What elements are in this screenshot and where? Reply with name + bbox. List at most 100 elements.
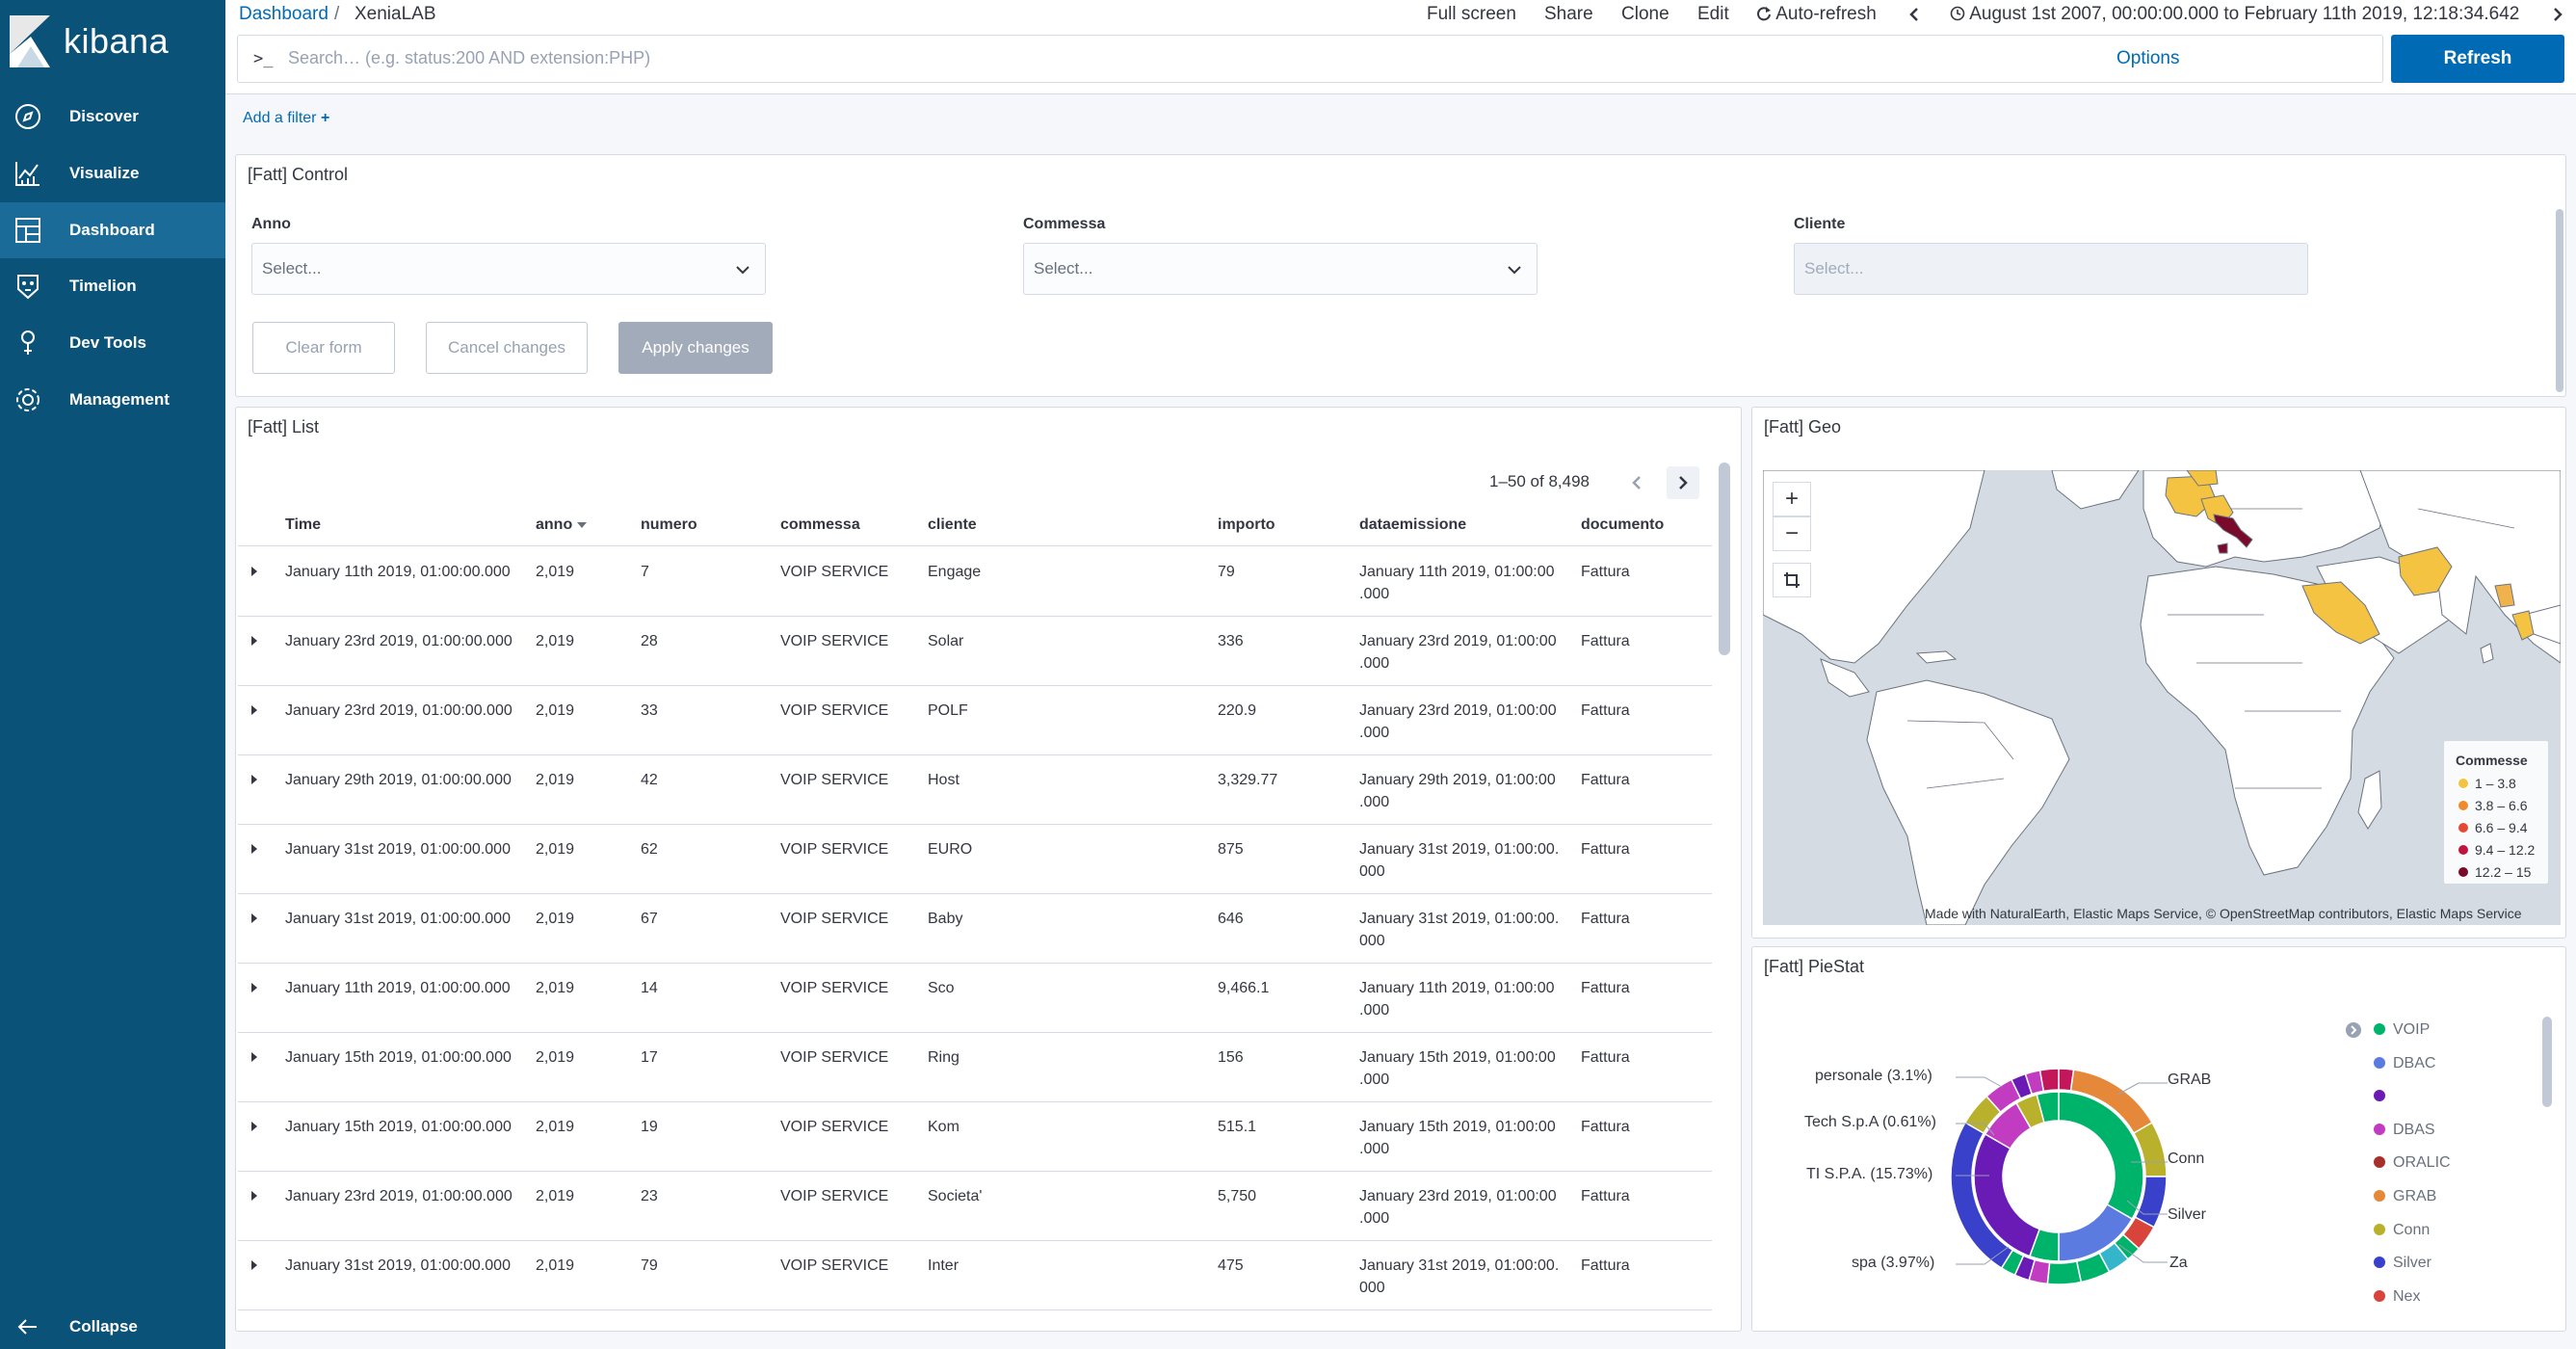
table-header-divider — [238, 545, 1712, 546]
next-page-button[interactable] — [1667, 466, 1699, 499]
legend-label: 1 – 3.8 — [2475, 776, 2516, 791]
pie-legend-item[interactable]: ORALIC — [2374, 1154, 2451, 1172]
commessa-select[interactable]: Select... — [1023, 243, 1538, 295]
full-screen-button[interactable]: Full screen — [1427, 4, 1516, 25]
sidebar-item-visualize[interactable]: Visualize — [0, 145, 225, 201]
sidebar-item-discover[interactable]: Discover — [0, 89, 225, 145]
legend-toggle-icon[interactable] — [2345, 1021, 2362, 1039]
column-header-anno[interactable]: anno — [536, 516, 587, 534]
table-row[interactable]: January 23rd 2019, 01:00:00 .000 2,019 33 VO… — [238, 686, 1712, 755]
pie-legend-item[interactable] — [2374, 1088, 2393, 1105]
search-input[interactable]: >_ Search… (e.g. status:200 AND extensio… — [237, 35, 2383, 83]
cell-numero: 14 — [641, 980, 658, 996]
map-attribution: Made with NaturalEarth, Elastic Maps Ser… — [1925, 906, 2522, 921]
table-row[interactable]: January 15th 2019, 01:00:00 .000 2,019 17 VO… — [238, 1033, 1712, 1102]
column-header-commessa[interactable]: commessa — [780, 516, 860, 534]
cliente-select[interactable]: Select... — [1794, 243, 2308, 295]
table-row[interactable]: January 31st 2019, 01:00:00. 000 2,019 67 VO… — [238, 894, 1712, 964]
breadcrumb-dashboard[interactable]: Dashboard — [239, 4, 329, 25]
cell-line: 000 — [1359, 863, 1385, 880]
column-header-documento[interactable]: documento — [1581, 516, 1664, 534]
column-header-numero[interactable]: numero — [641, 516, 697, 534]
table-row[interactable]: January 31st 2019, 01:00:00. 000 2,019 79 VO… — [238, 1241, 1712, 1310]
pie-legend-item[interactable]: Nex — [2374, 1288, 2420, 1306]
legend-item: 1 – 3.8 — [2458, 776, 2516, 791]
expand-row-icon[interactable] — [251, 775, 257, 784]
zoom-out-button[interactable]: − — [1773, 516, 1811, 551]
cell-documento: Fattura — [1581, 1049, 1630, 1066]
expand-row-icon[interactable] — [251, 1191, 257, 1201]
cancel-changes-button[interactable]: Cancel changes — [426, 322, 588, 374]
legend-label: GRAB — [2393, 1188, 2437, 1204]
legend-swatch — [2374, 1289, 2385, 1302]
cell-documento: Fattura — [1581, 564, 1630, 580]
panel-scrollbar[interactable] — [2556, 209, 2563, 392]
sidebar-collapse-button[interactable]: Collapse — [0, 1299, 225, 1349]
column-header-importo[interactable]: importo — [1218, 516, 1275, 534]
fit-data-bounds-button[interactable] — [1773, 563, 1811, 597]
apply-changes-button[interactable]: Apply changes — [618, 322, 773, 374]
refresh-button[interactable]: Refresh — [2391, 35, 2564, 83]
sidebar-item-management[interactable]: Management — [0, 372, 225, 428]
expand-row-icon[interactable] — [251, 636, 257, 646]
anno-placeholder: Select... — [262, 259, 322, 278]
kibana-logo[interactable]: kibana — [0, 0, 225, 81]
edit-button[interactable]: Edit — [1697, 4, 1729, 25]
sidebar-item-dev-tools[interactable]: Dev Tools — [0, 315, 225, 371]
table-row[interactable]: January 15th 2019, 01:00:00 .000 2,019 19 VO… — [238, 1102, 1712, 1172]
pie-legend-item[interactable]: VOIP — [2374, 1021, 2430, 1039]
pie-legend-item[interactable]: Silver — [2374, 1255, 2431, 1272]
add-filter-button[interactable]: Add a filter + — [243, 110, 329, 127]
cell-documento: Fattura — [1581, 772, 1630, 788]
expand-row-icon[interactable] — [251, 1052, 257, 1062]
expand-row-icon[interactable] — [251, 705, 257, 715]
legend-label: Conn — [2393, 1221, 2431, 1238]
pagination-count: 1–50 of 8,498 — [1489, 472, 1590, 490]
legend-item: 6.6 – 9.4 — [2458, 820, 2528, 835]
table-row[interactable]: January 11th 2019, 01:00:00 .000 2,019 7 VOI… — [238, 547, 1712, 617]
cell-line: .000 — [1359, 1210, 1390, 1227]
chevron-left-icon[interactable] — [1907, 7, 1921, 22]
sidebar-item-timelion[interactable]: Timelion — [0, 258, 225, 314]
expand-row-icon[interactable] — [251, 983, 257, 992]
column-header-time[interactable]: Time — [285, 516, 321, 534]
clone-button[interactable]: Clone — [1621, 4, 1669, 25]
cell-dataemissione: January 15th 2019, 01:00:00 .000 — [1359, 1116, 1556, 1160]
query-options-button[interactable]: Options — [2116, 48, 2179, 69]
expand-row-icon[interactable] — [251, 913, 257, 923]
table-row[interactable]: January 31st 2019, 01:00:00. 000 2,019 62 VO… — [238, 825, 1712, 894]
pie-legend-item[interactable]: GRAB — [2374, 1188, 2436, 1205]
sort-descending-icon — [576, 522, 587, 528]
chevron-down-icon — [1508, 266, 1521, 275]
legend-scrollbar[interactable] — [2542, 1017, 2552, 1107]
sidebar-item-dashboard[interactable]: Dashboard — [0, 202, 225, 258]
column-header-dataemissione[interactable]: dataemissione — [1359, 516, 1466, 534]
cell-dataemissione: January 23rd 2019, 01:00:00 .000 — [1359, 630, 1557, 674]
table-row[interactable]: January 23rd 2019, 01:00:00 .000 2,019 28 VO… — [238, 617, 1712, 686]
pie-legend-item[interactable]: Conn — [2374, 1222, 2430, 1239]
pie-legend-item[interactable]: DBAC — [2374, 1055, 2435, 1072]
table-scrollbar[interactable] — [1719, 463, 1730, 655]
zoom-in-button[interactable]: + — [1773, 482, 1811, 516]
expand-row-icon[interactable] — [251, 1260, 257, 1270]
chevron-right-icon[interactable] — [2551, 7, 2564, 22]
pie-legend-item[interactable]: DBAS — [2374, 1122, 2435, 1139]
auto-refresh-button[interactable]: Auto-refresh — [1756, 4, 1877, 25]
cell-importo: 875 — [1218, 841, 1244, 858]
table-row[interactable]: January 11th 2019, 01:00:00 .000 2,019 14 VO… — [238, 964, 1712, 1033]
clear-form-button[interactable]: Clear form — [252, 322, 395, 374]
expand-row-icon[interactable] — [251, 844, 257, 854]
legend-label: DBAS — [2393, 1121, 2435, 1138]
region-map[interactable] — [1763, 470, 2561, 925]
expand-row-icon[interactable] — [251, 1122, 257, 1131]
cell-anno: 2,019 — [536, 1188, 575, 1204]
previous-page-button[interactable] — [1620, 466, 1653, 499]
column-header-cliente[interactable]: cliente — [928, 516, 977, 534]
expand-row-icon[interactable] — [251, 567, 257, 576]
time-range-picker[interactable]: August 1st 2007, 00:00:00.000 to Februar… — [1950, 4, 2519, 25]
share-button[interactable]: Share — [1544, 4, 1593, 25]
anno-select[interactable]: Select... — [251, 243, 766, 295]
table-row[interactable]: January 23rd 2019, 01:00:00 .000 2,019 23 VO… — [238, 1172, 1712, 1241]
table-row[interactable]: January 29th 2019, 01:00:00 .000 2,019 42 VO… — [238, 755, 1712, 825]
cell-commessa: VOIP SERVICE — [780, 1188, 889, 1204]
